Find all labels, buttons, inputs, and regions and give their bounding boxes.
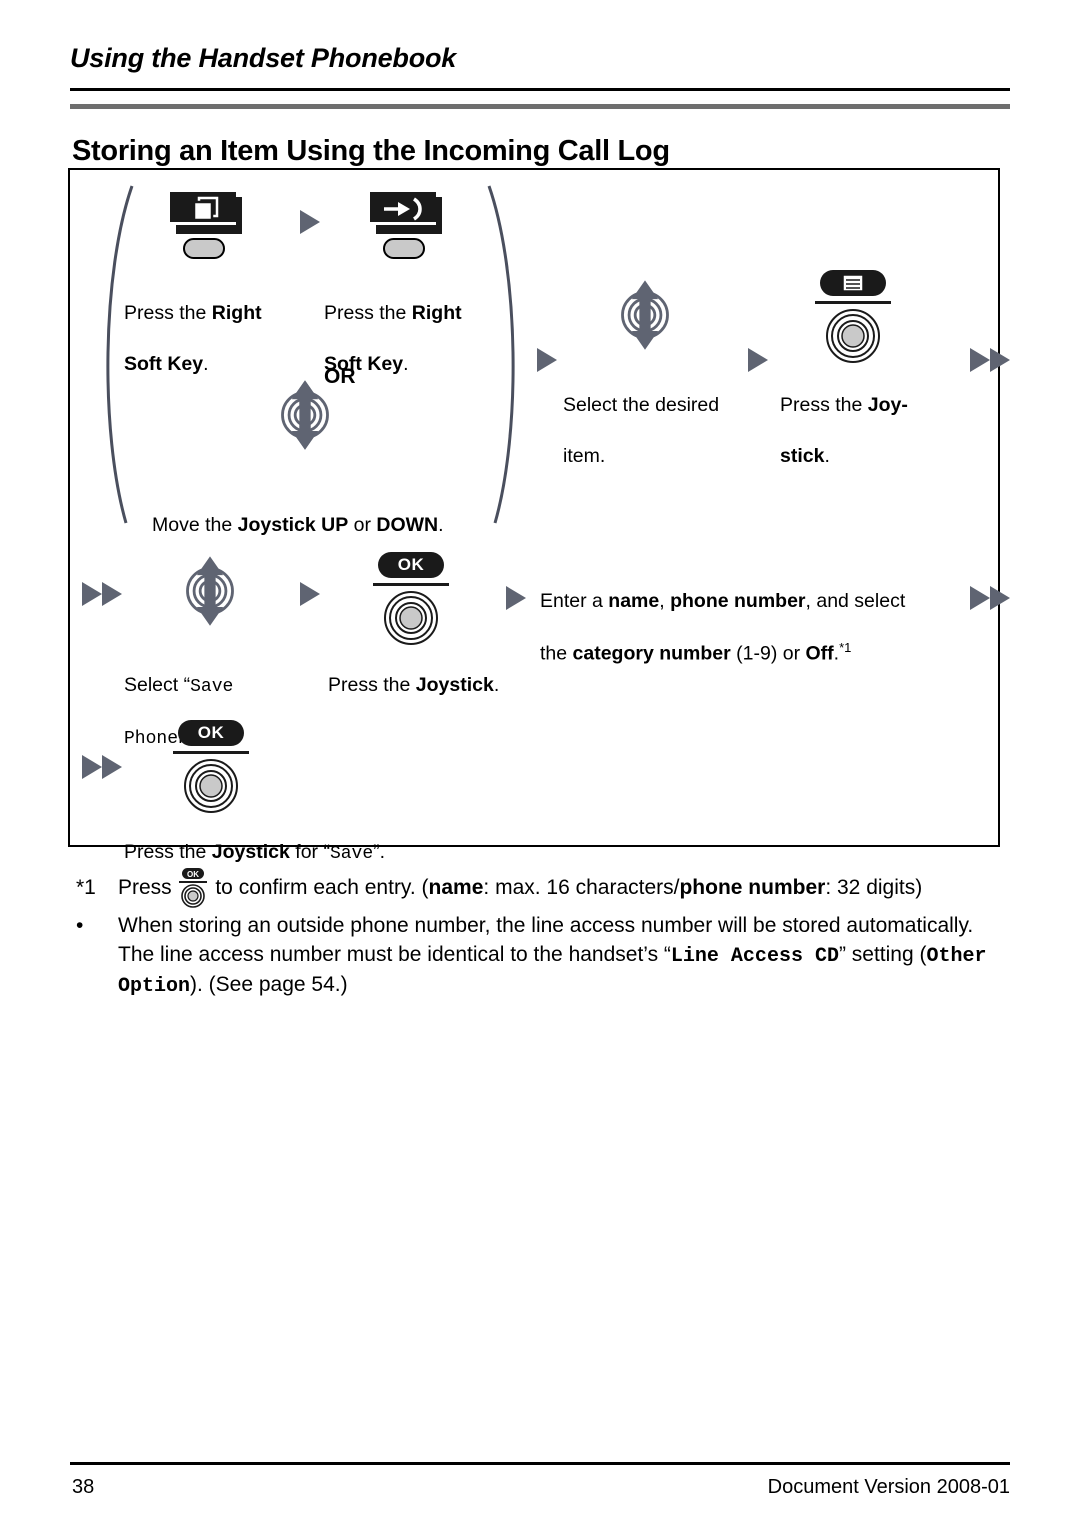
final-save-caption: Press the Joystick for “Save”.	[124, 841, 386, 865]
footer-rule	[70, 1462, 1010, 1465]
step-1-caption: Press the Right Soft Key.	[124, 302, 262, 376]
joystick-rings-icon	[184, 759, 238, 813]
incoming-call-log-softkey-icon[interactable]	[370, 192, 448, 262]
window-softkey-icon[interactable]	[170, 192, 248, 262]
flow-arrow-icon	[300, 582, 320, 606]
joystick-up-down-icon[interactable]	[615, 278, 675, 352]
flow-arrow-double-icon	[82, 582, 122, 606]
page-title: Storing an Item Using the Incoming Call …	[72, 135, 670, 168]
joystick-rings-icon	[384, 591, 438, 645]
footnote-1: *1 Press OK to confirm each entry. (name:…	[76, 868, 1016, 916]
flow-arrow-icon	[506, 586, 526, 610]
flow-arrow-icon	[748, 348, 768, 372]
page-number: 38	[72, 1476, 95, 1498]
move-joystick-caption: Move the Joystick UP or DOWN.	[152, 514, 444, 537]
bullet-note: • When storing an outside phone number, t…	[76, 914, 987, 998]
softkey-button[interactable]	[383, 238, 425, 259]
document-version: Document Version 2008-01	[767, 1476, 1010, 1498]
flow-arrow-double-icon	[82, 755, 122, 779]
select-item-caption: Select the desired item.	[563, 394, 720, 468]
enter-name-caption: Enter a name, phone number, and select t…	[540, 590, 906, 665]
joystick-up-down-icon[interactable]	[180, 554, 240, 628]
joystick-press-menu-icon[interactable]	[812, 270, 894, 366]
flow-arrow-icon	[300, 210, 320, 234]
procedure-diagram: Press the Right Soft Key. Press the Righ…	[68, 168, 1010, 864]
ok-label: OK	[397, 555, 425, 574]
joystick-press-ok-inline-icon: OK	[178, 868, 210, 916]
flow-arrow-icon	[537, 348, 557, 372]
press-joystick-caption: Press the Joy- stick.	[780, 394, 908, 468]
menu-glyph-badge	[820, 270, 886, 296]
svg-text:OK: OK	[187, 870, 199, 879]
ok-badge: OK	[378, 552, 444, 578]
ok-badge: OK	[178, 720, 244, 746]
joystick-up-down-icon[interactable]	[275, 378, 335, 452]
incoming-call-glyph-icon	[384, 197, 422, 221]
softkey-button[interactable]	[183, 238, 225, 259]
running-head-rule	[70, 88, 1010, 91]
bullet-marker: •	[76, 914, 84, 937]
joystick-rings-icon	[826, 309, 880, 363]
or-label: OR	[324, 365, 356, 389]
ok-label: OK	[197, 723, 225, 742]
flow-arrow-double-icon	[970, 586, 1010, 610]
joystick-press-ok-icon[interactable]: OK	[370, 552, 452, 648]
flow-arrow-double-icon	[970, 348, 1010, 372]
joystick-press-ok-icon[interactable]: OK	[170, 720, 252, 816]
title-rule	[70, 104, 1010, 109]
footnote-marker: *1	[76, 876, 96, 899]
window-glyph-icon	[192, 196, 219, 222]
running-head: Using the Handset Phonebook	[70, 43, 1010, 74]
running-head-text: Using the Handset Phonebook	[70, 43, 457, 73]
menu-list-icon	[842, 274, 864, 292]
press-joystick-2-caption: Press the Joystick.	[328, 674, 500, 697]
